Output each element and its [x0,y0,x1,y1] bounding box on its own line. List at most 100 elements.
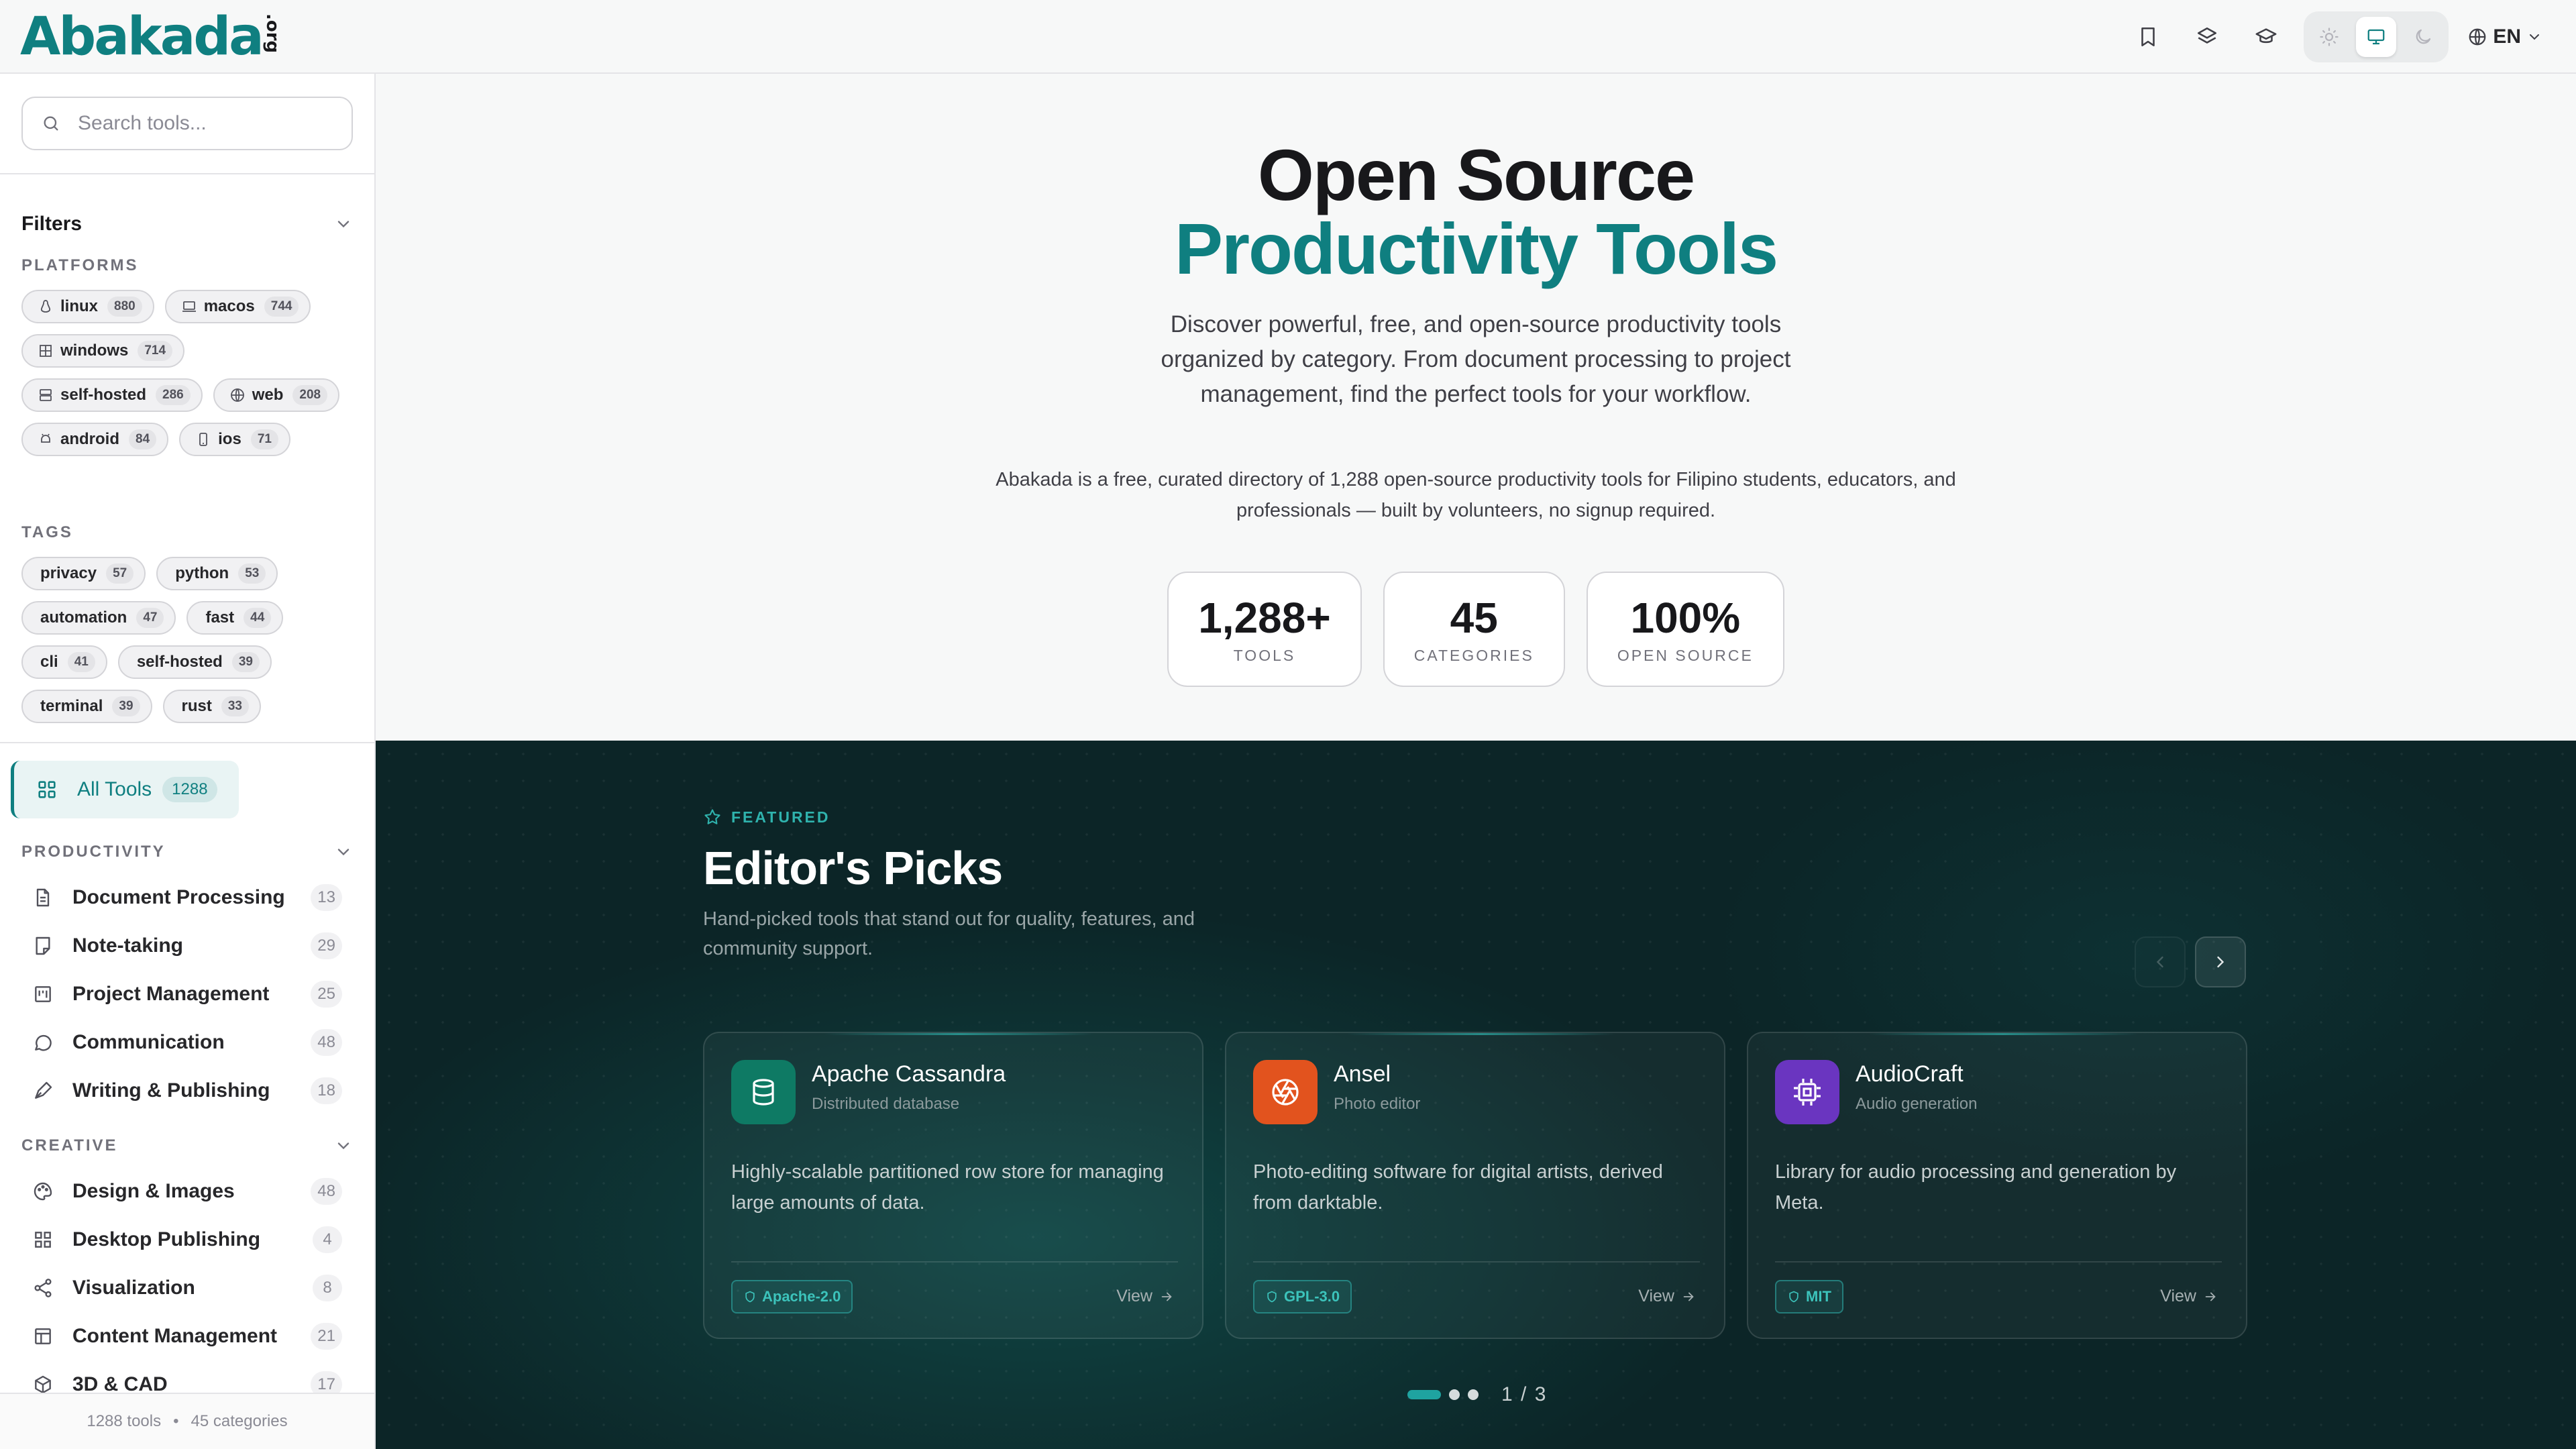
tag-chip-automation[interactable]: automation 47 [21,601,176,635]
sidebar-item-count: 21 [311,1323,342,1350]
layers-icon[interactable] [2186,15,2229,58]
tool-description: Library for audio processing and generat… [1775,1161,2177,1214]
share-nodes-icon [34,1279,52,1297]
layout-grid-icon [35,1232,51,1248]
tag-chip-rust[interactable]: rust 33 [162,690,261,723]
license-badge: MIT [1775,1280,1843,1313]
grid-icon [36,778,58,801]
tool-card-audiocraft[interactable]: AudioCraft Audio generation Library for … [1747,1032,2247,1339]
chip-count: 57 [106,564,134,584]
language-selector[interactable]: EN [2467,25,2542,48]
sidebar-item-design-images[interactable]: Design & Images 48 [32,1171,342,1212]
logo-domain-suffix: .org [262,13,282,54]
filters-toggle[interactable]: Filters [21,204,353,244]
pager-dot[interactable] [1468,1389,1479,1400]
title-line-1: Open Source [1257,134,1695,215]
view-link[interactable]: View [1116,1287,1174,1306]
sidebar-item-project-management[interactable]: Project Management 25 [32,974,342,1014]
tag-chip-python[interactable]: python 53 [156,557,278,590]
sidebar-item-desktop-publishing[interactable]: Desktop Publishing 4 [32,1220,342,1260]
tool-card-apache-cassandra[interactable]: Apache Cassandra Distributed database Hi… [703,1032,1203,1339]
tag-chip-fast[interactable]: fast 44 [186,601,284,635]
sidebar-item-all-tools[interactable]: All Tools 1288 [11,761,239,818]
license-badge: GPL-3.0 [1253,1280,1352,1313]
chip-label: macos [203,297,255,315]
platform-chips: linux 880 macos 744 windows 714 self-hos… [21,290,357,456]
sidebar-item-label: Communication [72,1031,225,1053]
sidebar-item-content-management[interactable]: Content Management 21 [32,1316,342,1356]
sidebar-item-label: Visualization [72,1277,195,1299]
view-link[interactable]: View [1638,1287,1696,1306]
search-icon [42,114,60,133]
graduation-cap-icon[interactable] [2245,15,2288,58]
platform-chip-windows[interactable]: windows 714 [21,334,185,368]
platform-chip-ios[interactable]: ios 71 [179,423,290,456]
stat-label: CATEGORIES [1413,646,1534,664]
featured-subtitle: Hand-picked tools that stand out for qua… [703,908,1195,959]
sidebar-item-label: Design & Images [72,1180,235,1202]
sidebar-item-note-taking[interactable]: Note-taking 29 [32,926,342,966]
category-group-creative[interactable]: CREATIVE [21,1132,353,1159]
license-label: MIT [1806,1288,1831,1305]
site-logo[interactable]: Abakada .org [20,7,282,67]
chevron-left-icon [2156,956,2163,968]
tag-chip-self-hosted[interactable]: self-hosted 39 [117,645,272,679]
view-label: View [1116,1287,1152,1305]
platform-chip-web[interactable]: web 208 [213,378,340,412]
tool-name: AudioCraft [1856,1061,1964,1087]
chip-count: 41 [67,652,95,672]
pager-dot-active[interactable] [1407,1390,1441,1399]
globe-icon [230,388,244,402]
sun-icon[interactable] [2309,17,2349,57]
top-header: Abakada .org EN [0,0,2576,74]
stat-value: 100% [1630,593,1741,642]
chip-count: 744 [264,297,299,317]
sidebar-item-writing-publishing[interactable]: Writing & Publishing 18 [32,1071,342,1111]
bookmark-icon[interactable] [2127,15,2169,58]
carousel-next-button[interactable] [2195,936,2246,987]
chip-count: 84 [129,429,157,449]
theme-switcher [2304,11,2449,62]
platform-chip-macos[interactable]: macos 744 [164,290,311,323]
tool-card-ansel[interactable]: Ansel Photo editor Photo-editing softwar… [1225,1032,1725,1339]
chip-count: 39 [231,652,260,672]
carousel-prev-button[interactable] [2135,936,2186,987]
view-link[interactable]: View [2160,1287,2218,1306]
chip-label: terminal [40,697,103,715]
sidebar-item-count: 29 [311,932,342,959]
windows-icon [40,345,52,357]
aperture-icon [1253,1060,1318,1124]
moon-icon[interactable] [2403,17,2443,57]
sidebar-item-document-processing[interactable]: Document Processing 13 [32,877,342,918]
stat-value: 1,288+ [1198,593,1331,642]
sidebar-item-communication[interactable]: Communication 48 [32,1022,342,1063]
sidebar-item-visualization[interactable]: Visualization 8 [32,1268,342,1308]
platform-chip-android[interactable]: android 84 [21,423,169,456]
tool-kind: Distributed database [812,1095,960,1113]
search-input[interactable] [78,112,333,135]
view-label: View [1638,1287,1674,1305]
chevron-down-icon [334,215,353,233]
monitor-icon[interactable] [2356,17,2397,57]
hero-section: Open Source Productivity Tools Discover … [376,74,2576,741]
chip-label: web [252,386,284,404]
pager-dot[interactable] [1449,1389,1460,1400]
chip-count: 880 [107,297,142,317]
chevron-down-icon [2526,29,2542,45]
platform-chip-linux[interactable]: linux 880 [21,290,154,323]
filters-label: Filters [21,213,83,235]
chip-label: fast [205,608,235,627]
chip-label: automation [40,608,127,627]
language-label: EN [2493,25,2521,48]
platform-chip-self-hosted[interactable]: self-hosted 286 [21,378,203,412]
license-label: Apache-2.0 [762,1288,841,1305]
tool-description: Highly-scalable partitioned row store fo… [731,1161,1164,1214]
tool-kind: Photo editor [1334,1095,1421,1113]
tag-chip-terminal[interactable]: terminal 39 [21,690,152,723]
category-group-productivity[interactable]: PRODUCTIVITY [21,839,353,865]
globe-icon [2467,27,2487,47]
tool-name: Ansel [1334,1061,1391,1087]
tag-chip-cli[interactable]: cli 41 [21,645,107,679]
chip-label: android [60,430,119,448]
tag-chip-privacy[interactable]: privacy 57 [21,557,146,590]
